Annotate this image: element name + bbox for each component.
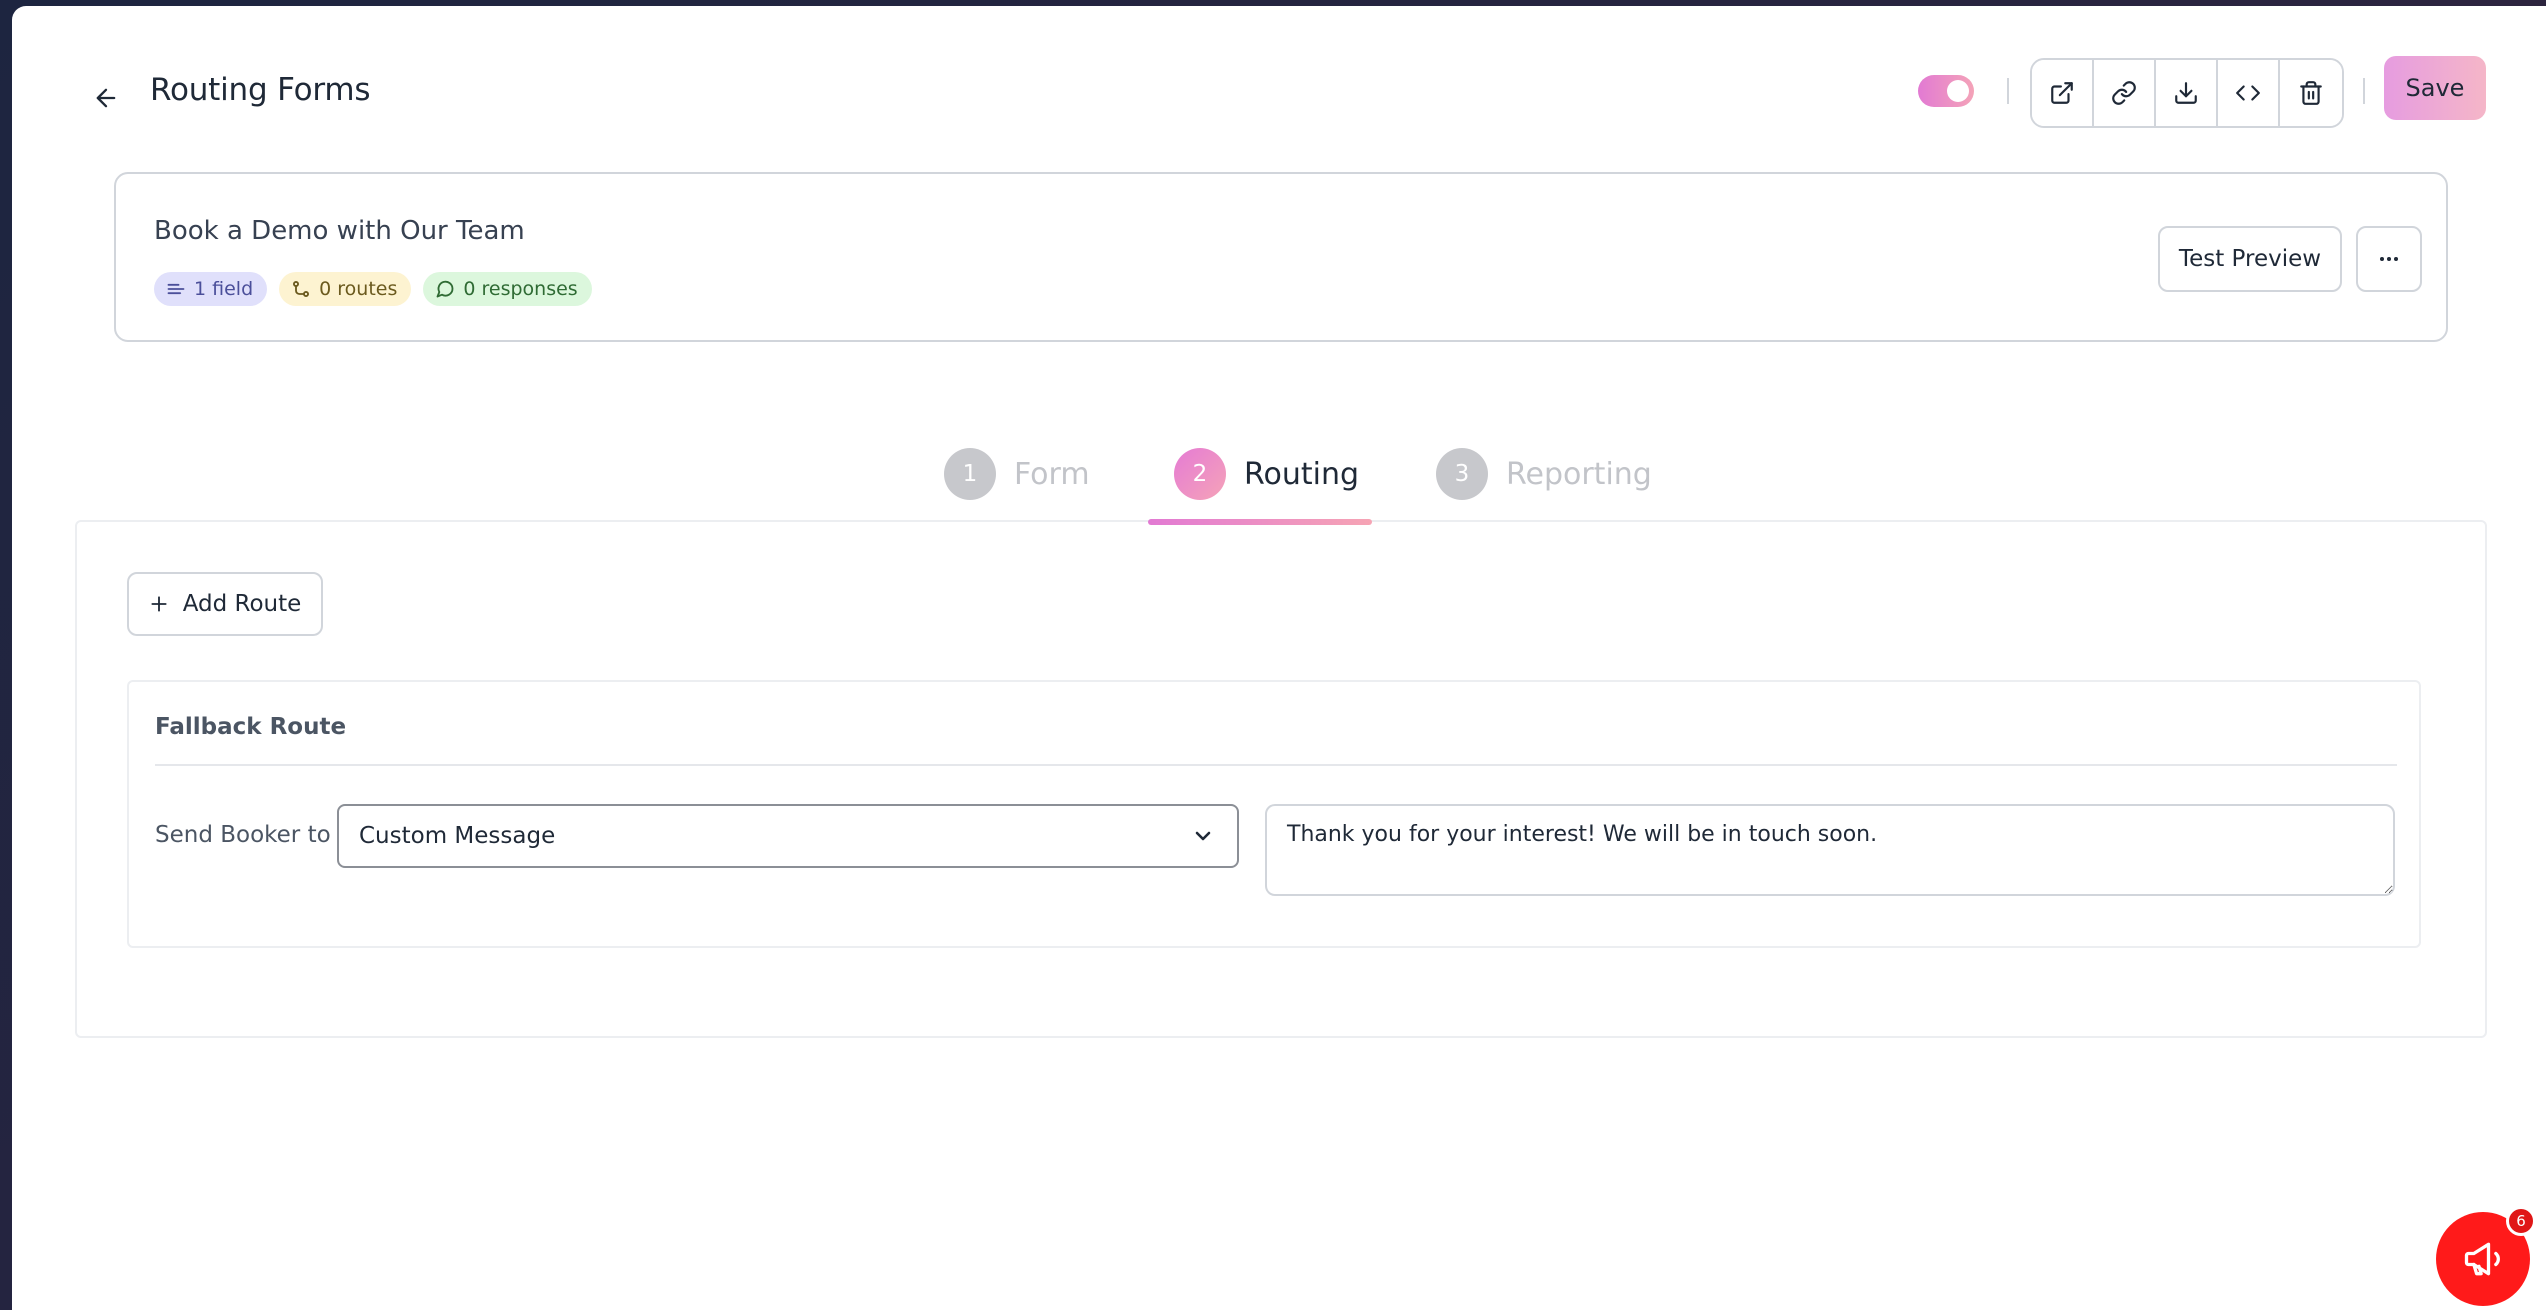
- embed-code-button[interactable]: [2218, 60, 2280, 126]
- notification-count-badge: 6: [2506, 1206, 2536, 1236]
- form-name: Book a Demo with Our Team: [154, 216, 525, 246]
- routes-badge: 0 routes: [279, 272, 412, 306]
- form-actions-toolbar: [2030, 58, 2344, 128]
- code-icon: [2236, 85, 2260, 101]
- tab-form[interactable]: 1 Form: [944, 448, 1090, 500]
- more-options-button[interactable]: [2356, 226, 2422, 292]
- tab-number: 1: [944, 448, 996, 500]
- active-tab-indicator: [1148, 519, 1372, 525]
- add-route-button[interactable]: Add Route: [127, 572, 323, 636]
- save-button[interactable]: Save: [2384, 56, 2486, 120]
- fallback-route-title: Fallback Route: [155, 714, 347, 740]
- plus-icon: [151, 596, 167, 612]
- tab-label: Form: [1014, 456, 1090, 492]
- routing-panel: Add Route Fallback Route Send Booker to …: [75, 520, 2487, 1038]
- fields-badge: 1 field: [154, 272, 268, 306]
- download-icon: [2175, 82, 2197, 104]
- megaphone-icon: [2464, 1242, 2500, 1276]
- responses-count: 0 responses: [463, 278, 578, 300]
- send-booker-label: Send Booker to: [155, 822, 331, 848]
- tab-reporting[interactable]: 3 Reporting: [1436, 448, 1652, 500]
- fields-icon: [167, 283, 185, 295]
- fallback-route-card: Fallback Route Send Booker to Custom Mes…: [127, 680, 2421, 948]
- chat-bubble-icon: [436, 280, 454, 298]
- tab-label: Routing: [1244, 456, 1360, 492]
- toolbar-divider: [2007, 78, 2009, 104]
- fields-count: 1 field: [194, 278, 254, 300]
- chevron-down-icon: [1195, 831, 1211, 841]
- toggle-knob: [1947, 80, 1969, 102]
- tab-label: Reporting: [1506, 456, 1652, 492]
- page-title: Routing Forms: [150, 72, 371, 108]
- selected-option: Custom Message: [359, 823, 556, 849]
- external-link-icon: [2051, 82, 2073, 104]
- custom-message-textarea[interactable]: Thank you for your interest! We will be …: [1265, 804, 2395, 896]
- announcements-button[interactable]: 6: [2436, 1206, 2536, 1306]
- route-icon: [293, 281, 310, 297]
- form-enabled-toggle[interactable]: [1918, 75, 1974, 107]
- trash-icon: [2300, 81, 2322, 105]
- send-booker-select[interactable]: Custom Message: [337, 804, 1239, 868]
- back-arrow-icon: [96, 88, 116, 108]
- more-horizontal-icon: [2380, 257, 2398, 261]
- form-stats: 1 field 0 routes 0 responses: [154, 272, 592, 306]
- copy-link-button[interactable]: [2094, 60, 2156, 126]
- divider: [155, 764, 2397, 766]
- add-route-label: Add Route: [182, 591, 302, 617]
- form-info-card: Book a Demo with Our Team 1 field 0 rout…: [114, 172, 2448, 342]
- toolbar-divider: [2363, 78, 2365, 104]
- responses-badge: 0 responses: [423, 272, 592, 306]
- tab-number: 3: [1436, 448, 1488, 500]
- download-button[interactable]: [2156, 60, 2218, 126]
- tab-number: 2: [1174, 448, 1226, 500]
- test-preview-button[interactable]: Test Preview: [2158, 226, 2342, 292]
- tab-routing[interactable]: 2 Routing: [1174, 448, 1359, 500]
- delete-form-button[interactable]: [2280, 60, 2342, 126]
- link-icon: [2112, 81, 2136, 105]
- back-button[interactable]: [84, 76, 128, 120]
- app-window: Routing Forms Save Book a Demo with Our …: [12, 6, 2546, 1310]
- routes-count: 0 routes: [319, 278, 398, 300]
- open-preview-button[interactable]: [2032, 60, 2094, 126]
